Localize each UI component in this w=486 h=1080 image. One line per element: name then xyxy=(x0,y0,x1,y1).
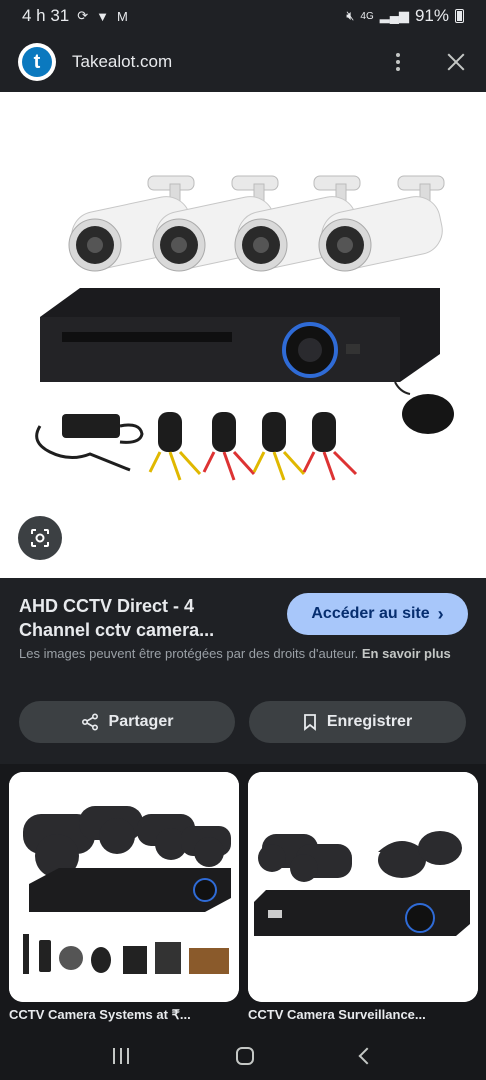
cctv-kit-illustration xyxy=(35,175,454,481)
visit-site-label: Accéder au site xyxy=(311,605,430,622)
battery-percent: 91% xyxy=(414,6,449,25)
related-images-grid: CCTV Camera Systems at ₹... CCTV Camera … xyxy=(0,764,486,1032)
notification-icon: ▼ xyxy=(96,8,110,24)
mute-icon: 🔇︎ xyxy=(346,8,355,23)
status-bar: 4 h 31 ⟳ ▼ M 🔇︎ 4G ▂▄▆ 91% xyxy=(0,0,486,32)
sync-icon: ⟳ xyxy=(77,8,89,23)
gmail-icon: M xyxy=(117,8,128,24)
site-name[interactable]: Takealot.com xyxy=(72,52,172,72)
related-image-1-picture xyxy=(9,772,239,1002)
signal-icon: ▂▄▆ xyxy=(379,8,409,23)
site-logo: t xyxy=(18,43,56,81)
related-image-2[interactable] xyxy=(248,772,478,1002)
related-image-1[interactable] xyxy=(9,772,239,1002)
dvr-recorder xyxy=(40,288,440,382)
visit-site-button[interactable]: Accéder au site › xyxy=(287,593,468,635)
mouse xyxy=(394,381,454,434)
bookmark-icon xyxy=(303,714,316,731)
result-title[interactable]: AHD CCTV Direct - 4 Channel cctv camera.… xyxy=(19,594,259,642)
site-logo-letter: t xyxy=(22,47,52,77)
back-icon[interactable] xyxy=(358,1047,376,1065)
home-icon[interactable] xyxy=(235,1047,254,1065)
copyright-text: Les images peuvent être protégées par de… xyxy=(19,646,359,661)
status-time: 4 h 31 xyxy=(22,6,70,25)
related-image-2-label[interactable]: CCTV Camera Surveillance... xyxy=(248,1007,478,1022)
share-label: Partager xyxy=(108,713,174,730)
cable-set xyxy=(148,412,358,481)
related-image-1-label[interactable]: CCTV Camera Systems at ₹... xyxy=(9,1007,239,1023)
close-icon[interactable] xyxy=(444,50,468,74)
network-type: 4G xyxy=(360,10,374,22)
related-image-2-picture xyxy=(248,772,478,1002)
lens-icon xyxy=(31,529,49,547)
chevron-right-icon: › xyxy=(437,603,444,624)
recents-icon[interactable] xyxy=(113,1048,130,1064)
system-navigation-bar xyxy=(0,1032,486,1080)
copyright-notice: Les images peuvent être protégées par de… xyxy=(19,644,471,663)
google-lens-button[interactable] xyxy=(18,516,62,560)
save-label: Enregistrer xyxy=(326,713,413,730)
learn-more-link[interactable]: En savoir plus xyxy=(362,646,451,661)
share-button[interactable]: Partager xyxy=(19,701,235,743)
power-adapter xyxy=(35,414,144,472)
battery-icon xyxy=(455,9,464,23)
result-info-panel: AHD CCTV Direct - 4 Channel cctv camera.… xyxy=(0,578,486,764)
save-button[interactable]: Enregistrer xyxy=(249,701,466,743)
viewer-header: t Takealot.com xyxy=(0,32,486,92)
main-image[interactable] xyxy=(0,92,486,578)
more-options-icon[interactable] xyxy=(386,50,410,74)
share-icon xyxy=(81,713,98,731)
